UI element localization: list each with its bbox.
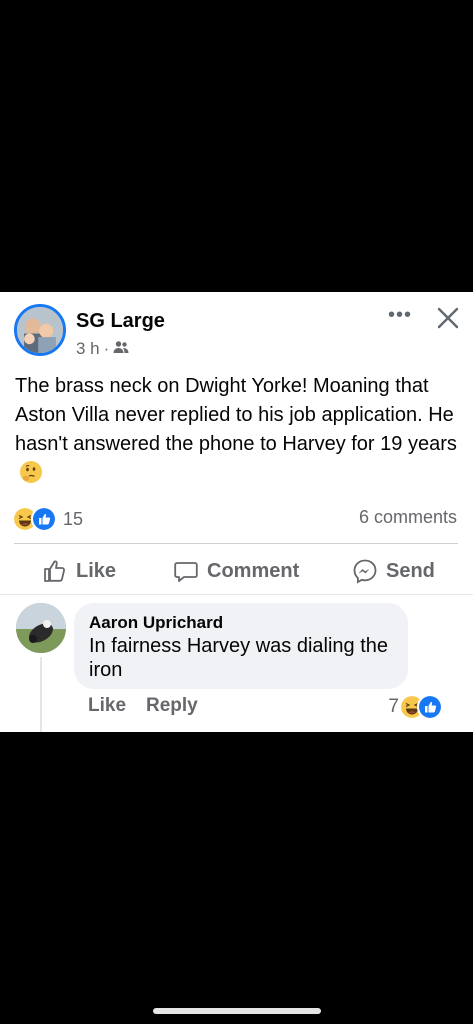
more-options-icon[interactable]: ••• [388,304,412,327]
messenger-icon [353,559,377,584]
comment-bubble[interactable]: Aaron Uprichard In fairness Harvey was d… [74,603,408,689]
send-label: Send [386,559,435,582]
comment-like-button[interactable]: Like [88,695,126,717]
thumbs-up-icon [44,560,65,582]
comment-reactions[interactable]: 7 [388,694,443,720]
comment-icon [174,562,198,582]
thinking-face-icon [19,460,43,484]
like-button[interactable]: Like [42,558,116,584]
like-label: Like [76,559,117,582]
comment-label: Comment [207,559,300,582]
close-icon[interactable] [434,304,462,332]
comment-button[interactable]: Comment [173,558,299,584]
reaction-count: 15 [63,508,84,529]
post-card: SG Large 3 h · ••• The brass neck on Dwi… [0,292,473,732]
like-reaction-icon [417,694,443,720]
comments-count[interactable]: 6 comments [359,507,457,528]
post-text: The brass neck on Dwight Yorke! Moaning … [15,372,463,488]
comment-reply-button[interactable]: Reply [146,695,198,717]
post-author-name[interactable]: SG Large [76,310,165,333]
post-reactions[interactable]: 15 [14,506,83,532]
home-indicator[interactable] [153,1008,321,1014]
comments-divider [0,594,473,595]
actions-divider [14,543,458,544]
comment-author-name[interactable]: Aaron Uprichard [89,613,223,633]
meta-separator: · [103,339,110,358]
post-meta: 3 h · [76,339,129,359]
post-time[interactable]: 3 h [76,339,100,359]
send-button[interactable]: Send [352,558,435,584]
author-avatar[interactable] [14,304,66,356]
post-body: The brass neck on Dwight Yorke! Moaning … [15,375,457,455]
friends-icon [113,339,129,359]
thread-line [40,657,42,732]
comment-text: In fairness Harvey was dialing the iron [89,635,389,681]
comment-reaction-count: 7 [388,696,399,717]
commenter-avatar[interactable] [16,603,66,653]
like-reaction-icon [31,506,57,532]
